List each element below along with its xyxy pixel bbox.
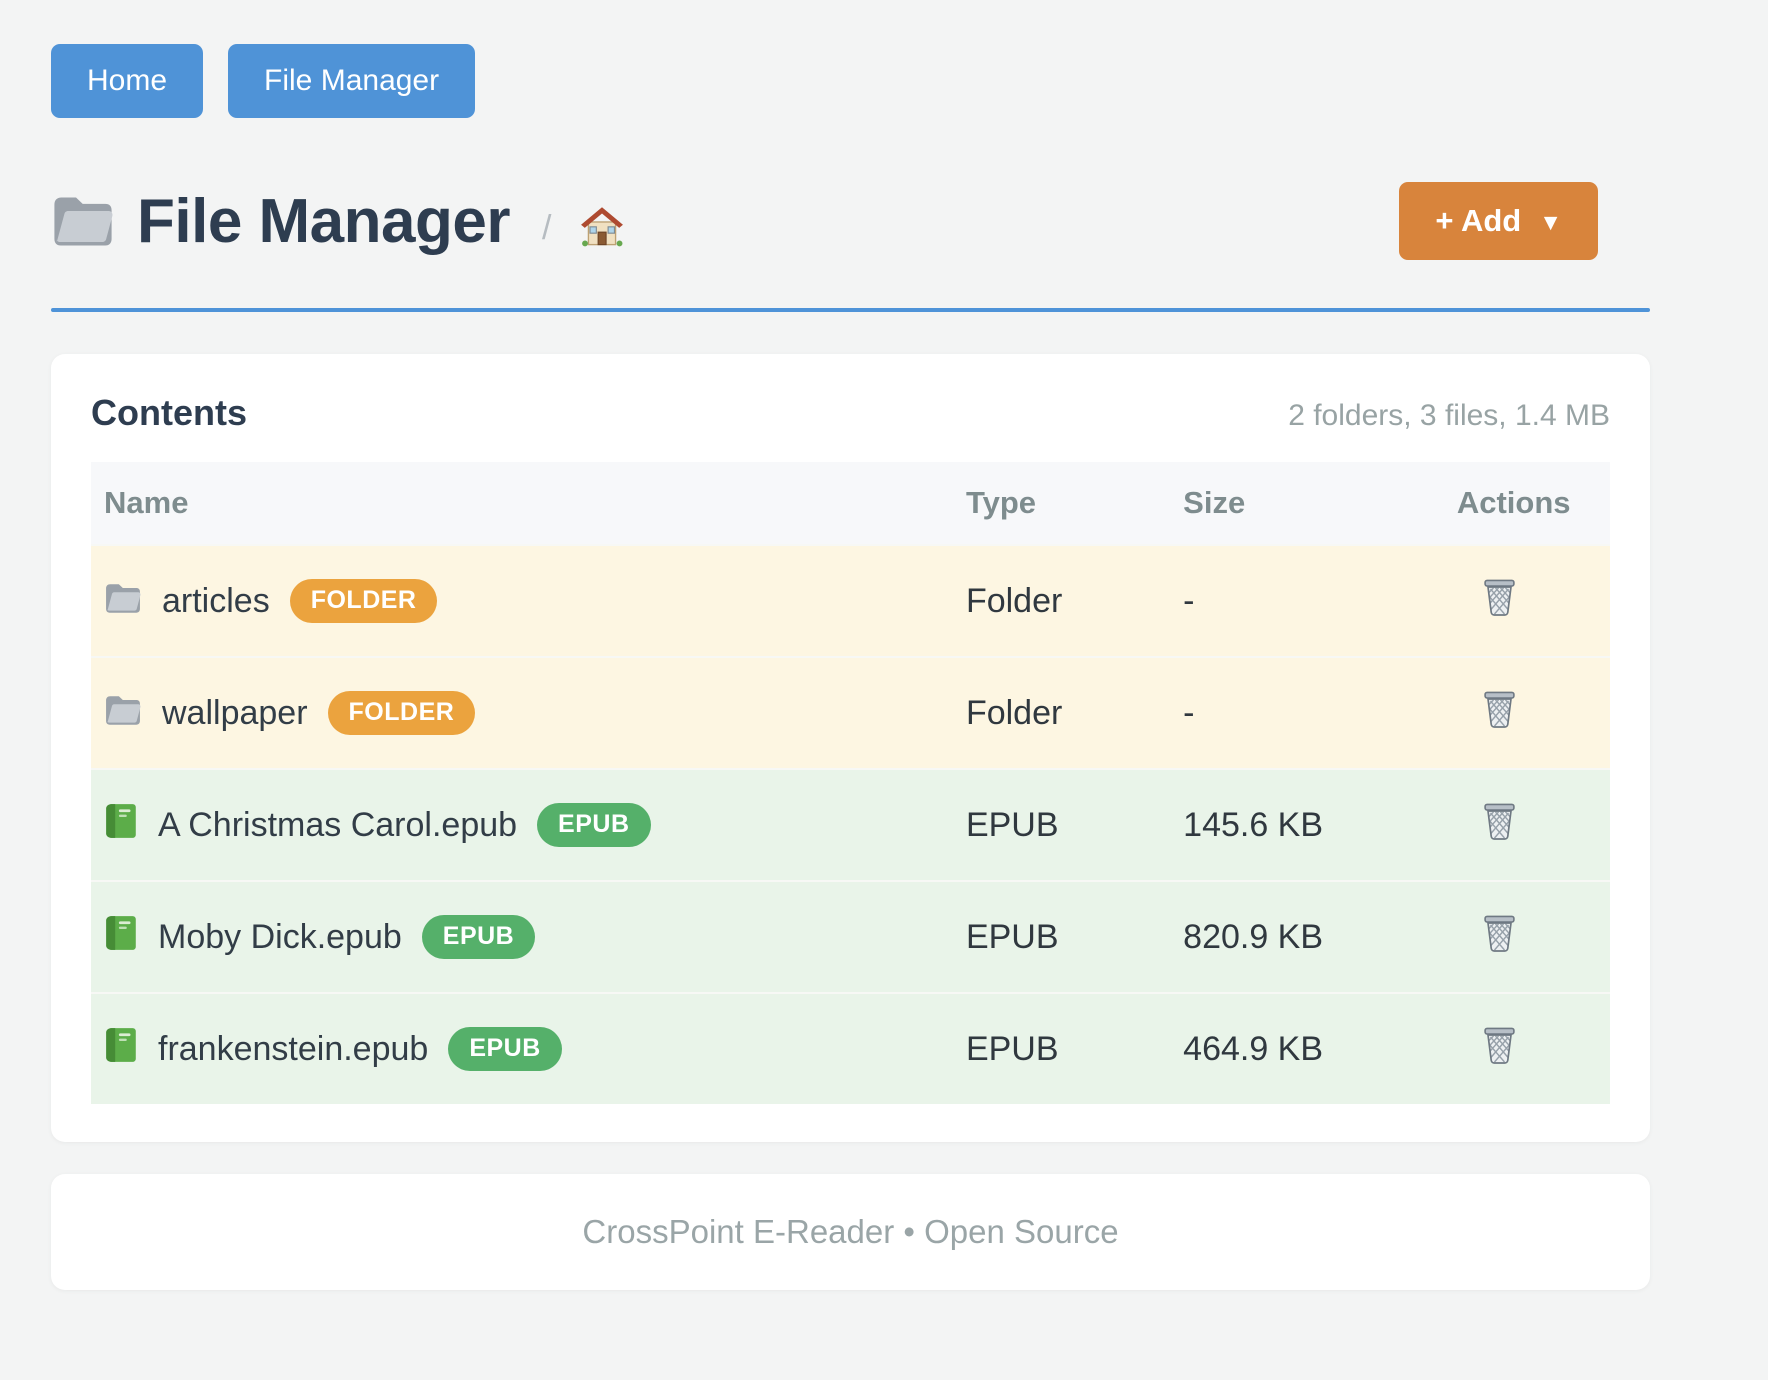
trash-icon — [1482, 604, 1517, 619]
entry-name[interactable]: Moby Dick.epub — [158, 918, 402, 957]
contents-title: Contents — [91, 392, 247, 434]
add-button[interactable]: + Add ▼ — [1399, 182, 1598, 260]
delete-button[interactable] — [1482, 802, 1517, 840]
folder-icon — [104, 581, 142, 622]
entry-type: Folder — [966, 656, 1183, 768]
breadcrumb-separator: / — [542, 209, 551, 248]
contents-card-header: Contents 2 folders, 3 files, 1.4 MB — [91, 392, 1610, 434]
chevron-down-icon: ▼ — [1539, 209, 1562, 236]
trash-icon — [1482, 940, 1517, 955]
folder-badge: FOLDER — [328, 691, 476, 735]
folder-icon — [104, 693, 142, 734]
delete-button[interactable] — [1482, 914, 1517, 952]
file-table: Name Type Size Actions articles FOLDER F… — [91, 462, 1610, 1104]
entry-size: - — [1183, 656, 1437, 768]
green-book-icon — [104, 802, 138, 849]
contents-card: Contents 2 folders, 3 files, 1.4 MB Name… — [51, 354, 1650, 1142]
table-row: frankenstein.epub EPUB EPUB 464.9 KB — [91, 992, 1610, 1104]
column-header-type: Type — [966, 462, 1183, 544]
page-header: File Manager / + Add ▼ — [51, 182, 1650, 260]
epub-badge: EPUB — [448, 1027, 561, 1071]
footer-card: CrossPoint E-Reader • Open Source — [51, 1174, 1650, 1290]
title-group: File Manager / — [51, 186, 625, 257]
folder-icon — [51, 192, 115, 251]
trash-icon — [1482, 1052, 1517, 1067]
delete-button[interactable] — [1482, 578, 1517, 616]
nav-file-manager-button[interactable]: File Manager — [228, 44, 475, 118]
entry-size: 145.6 KB — [1183, 768, 1437, 880]
epub-badge: EPUB — [537, 803, 650, 847]
entry-type: EPUB — [966, 992, 1183, 1104]
nav-home-button[interactable]: Home — [51, 44, 203, 118]
top-nav: Home File Manager — [51, 44, 1650, 118]
contents-summary: 2 folders, 3 files, 1.4 MB — [1288, 399, 1610, 433]
green-book-icon — [104, 1026, 138, 1073]
delete-button[interactable] — [1482, 1026, 1517, 1064]
footer-text: CrossPoint E-Reader • Open Source — [582, 1213, 1118, 1251]
table-row: A Christmas Carol.epub EPUB EPUB 145.6 K… — [91, 768, 1610, 880]
delete-button[interactable] — [1482, 690, 1517, 728]
entry-type: EPUB — [966, 768, 1183, 880]
table-header-row: Name Type Size Actions — [91, 462, 1610, 544]
entry-size: 464.9 KB — [1183, 992, 1437, 1104]
folder-badge: FOLDER — [290, 579, 438, 623]
green-book-icon — [104, 914, 138, 961]
table-row: articles FOLDER Folder - — [91, 544, 1610, 656]
entry-name[interactable]: frankenstein.epub — [158, 1030, 428, 1069]
column-header-name: Name — [91, 462, 966, 544]
trash-icon — [1482, 716, 1517, 731]
epub-badge: EPUB — [422, 915, 535, 959]
entry-type: EPUB — [966, 880, 1183, 992]
column-header-actions: Actions — [1437, 462, 1610, 544]
entry-type: Folder — [966, 544, 1183, 656]
entry-name[interactable]: A Christmas Carol.epub — [158, 806, 517, 845]
entry-name[interactable]: wallpaper — [162, 694, 308, 733]
house-icon[interactable] — [579, 205, 625, 248]
page-title: File Manager — [137, 186, 510, 257]
header-divider — [51, 308, 1650, 312]
add-button-label: + Add — [1435, 203, 1521, 239]
column-header-size: Size — [1183, 462, 1437, 544]
table-row: wallpaper FOLDER Folder - — [91, 656, 1610, 768]
table-row: Moby Dick.epub EPUB EPUB 820.9 KB — [91, 880, 1610, 992]
page-container: Home File Manager File Manager / + Add ▼… — [51, 0, 1650, 1290]
trash-icon — [1482, 828, 1517, 843]
entry-size: 820.9 KB — [1183, 880, 1437, 992]
entry-name[interactable]: articles — [162, 582, 270, 621]
entry-size: - — [1183, 544, 1437, 656]
